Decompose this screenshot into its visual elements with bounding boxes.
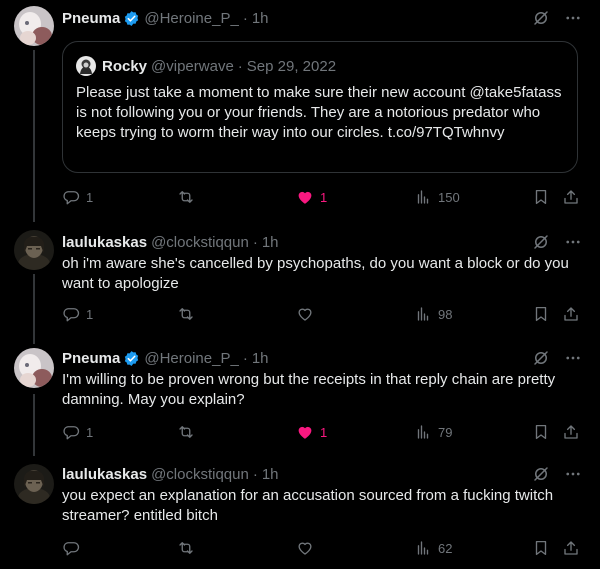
views-button[interactable]: 150 [414,187,460,207]
reply-button[interactable]: 1 [62,304,93,324]
verified-badge-icon [123,350,140,367]
grok-icon[interactable] [532,233,550,251]
tweet-header: Pneuma @Heroine_P_ · 1h [62,8,269,28]
quoted-avatar [76,56,96,76]
timestamp[interactable]: 1h [252,10,269,27]
timestamp[interactable]: 1h [262,234,279,251]
tweet[interactable]: laulukaskas @clockstiqqun · 1h you expec… [0,458,600,569]
more-options-icon[interactable] [564,349,582,367]
tweet-header: laulukaskas @clockstiqqun · 1h [62,464,279,484]
tweet[interactable]: Pneuma @Heroine_P_ · 1h I'm willing to b… [0,340,600,458]
quoted-text: Please just take a moment to make sure t… [76,84,562,141]
view-count: 62 [438,540,453,556]
grok-icon[interactable] [532,465,550,483]
share-button[interactable] [562,538,580,558]
grok-icon[interactable] [532,9,550,27]
reply-button[interactable]: 1 [62,187,93,207]
bookmark-button[interactable] [532,538,550,558]
quoted-handle: @viperwave [151,57,234,75]
retweet-button[interactable] [176,187,202,207]
quoted-display-name: Rocky [102,57,148,75]
separator-dot: · [242,349,248,367]
views-button[interactable]: 62 [414,538,452,558]
like-count: 1 [320,424,328,440]
display-name[interactable]: laulukaskas [62,466,147,483]
share-button[interactable] [562,304,580,324]
separator-dot: · [242,9,248,27]
like-count: 1 [320,189,328,205]
like-button[interactable]: 1 [296,422,327,442]
user-handle[interactable]: @Heroine_P_ [144,10,238,27]
reply-count: 1 [86,424,94,440]
action-bar: 1 1 79 [62,422,582,442]
tweet[interactable]: laulukaskas @clockstiqqun · 1h oh i'm aw… [0,222,600,340]
quoted-date: Sep 29, 2022 [246,57,337,75]
display-name[interactable]: Pneuma [62,350,120,367]
retweet-button[interactable] [176,304,202,324]
reply-count: 1 [86,189,94,205]
avatar[interactable] [14,230,54,270]
bookmark-button[interactable] [532,422,550,442]
bookmark-button[interactable] [532,187,550,207]
tweet-text: I'm willing to be proven wrong but the r… [62,371,556,408]
tweet-top-actions [532,348,582,368]
grok-icon[interactable] [532,349,550,367]
view-count: 150 [438,189,460,205]
more-options-icon[interactable] [564,9,582,27]
user-handle[interactable]: @Heroine_P_ [144,350,238,367]
share-button[interactable] [562,187,580,207]
views-button[interactable]: 79 [414,422,452,442]
timestamp[interactable]: 1h [262,466,279,483]
user-handle[interactable]: @clockstiqqun [151,234,249,251]
action-bar: 62 [62,538,582,558]
quoted-tweet[interactable]: Rocky @viperwave · Sep 29, 2022 Please j… [62,41,578,173]
action-bar: 1 1 150 [62,187,582,207]
avatar[interactable] [14,464,54,504]
tweet-text: oh i'm aware she's cancelled by psychopa… [62,255,569,292]
like-button[interactable]: 1 [296,187,327,207]
separator-dot: · [252,233,258,251]
reply-count: 1 [86,306,94,322]
display-name[interactable]: Pneuma [62,10,120,27]
tweet-header: Pneuma @Heroine_P_ · 1h [62,348,269,368]
reply-button[interactable] [62,538,86,558]
display-name[interactable]: laulukaskas [62,234,147,251]
view-count: 98 [438,306,453,322]
tweet-top-actions [532,232,582,252]
tweet-top-actions [532,8,582,28]
avatar[interactable] [14,348,54,388]
avatar[interactable] [14,6,54,46]
user-handle[interactable]: @clockstiqqun [151,466,249,483]
separator-dot: · [237,57,243,75]
tweet-text: you expect an explanation for an accusat… [62,487,554,524]
tweet-header: laulukaskas @clockstiqqun · 1h [62,232,279,252]
views-button[interactable]: 98 [414,304,452,324]
like-button[interactable] [296,304,320,324]
action-bar: 1 98 [62,304,582,324]
retweet-button[interactable] [176,422,202,442]
separator-dot: · [252,465,258,483]
view-count: 79 [438,424,453,440]
quoted-header: Rocky @viperwave · Sep 29, 2022 [102,56,336,76]
verified-badge-icon [123,10,140,27]
bookmark-button[interactable] [532,304,550,324]
more-options-icon[interactable] [564,465,582,483]
like-button[interactable] [296,538,320,558]
tweet[interactable]: Pneuma @Heroine_P_ · 1h Rocky @viperwave [0,0,600,222]
tweet-top-actions [532,464,582,484]
more-options-icon[interactable] [564,233,582,251]
timestamp[interactable]: 1h [252,350,269,367]
retweet-button[interactable] [176,538,202,558]
share-button[interactable] [562,422,580,442]
reply-button[interactable]: 1 [62,422,93,442]
